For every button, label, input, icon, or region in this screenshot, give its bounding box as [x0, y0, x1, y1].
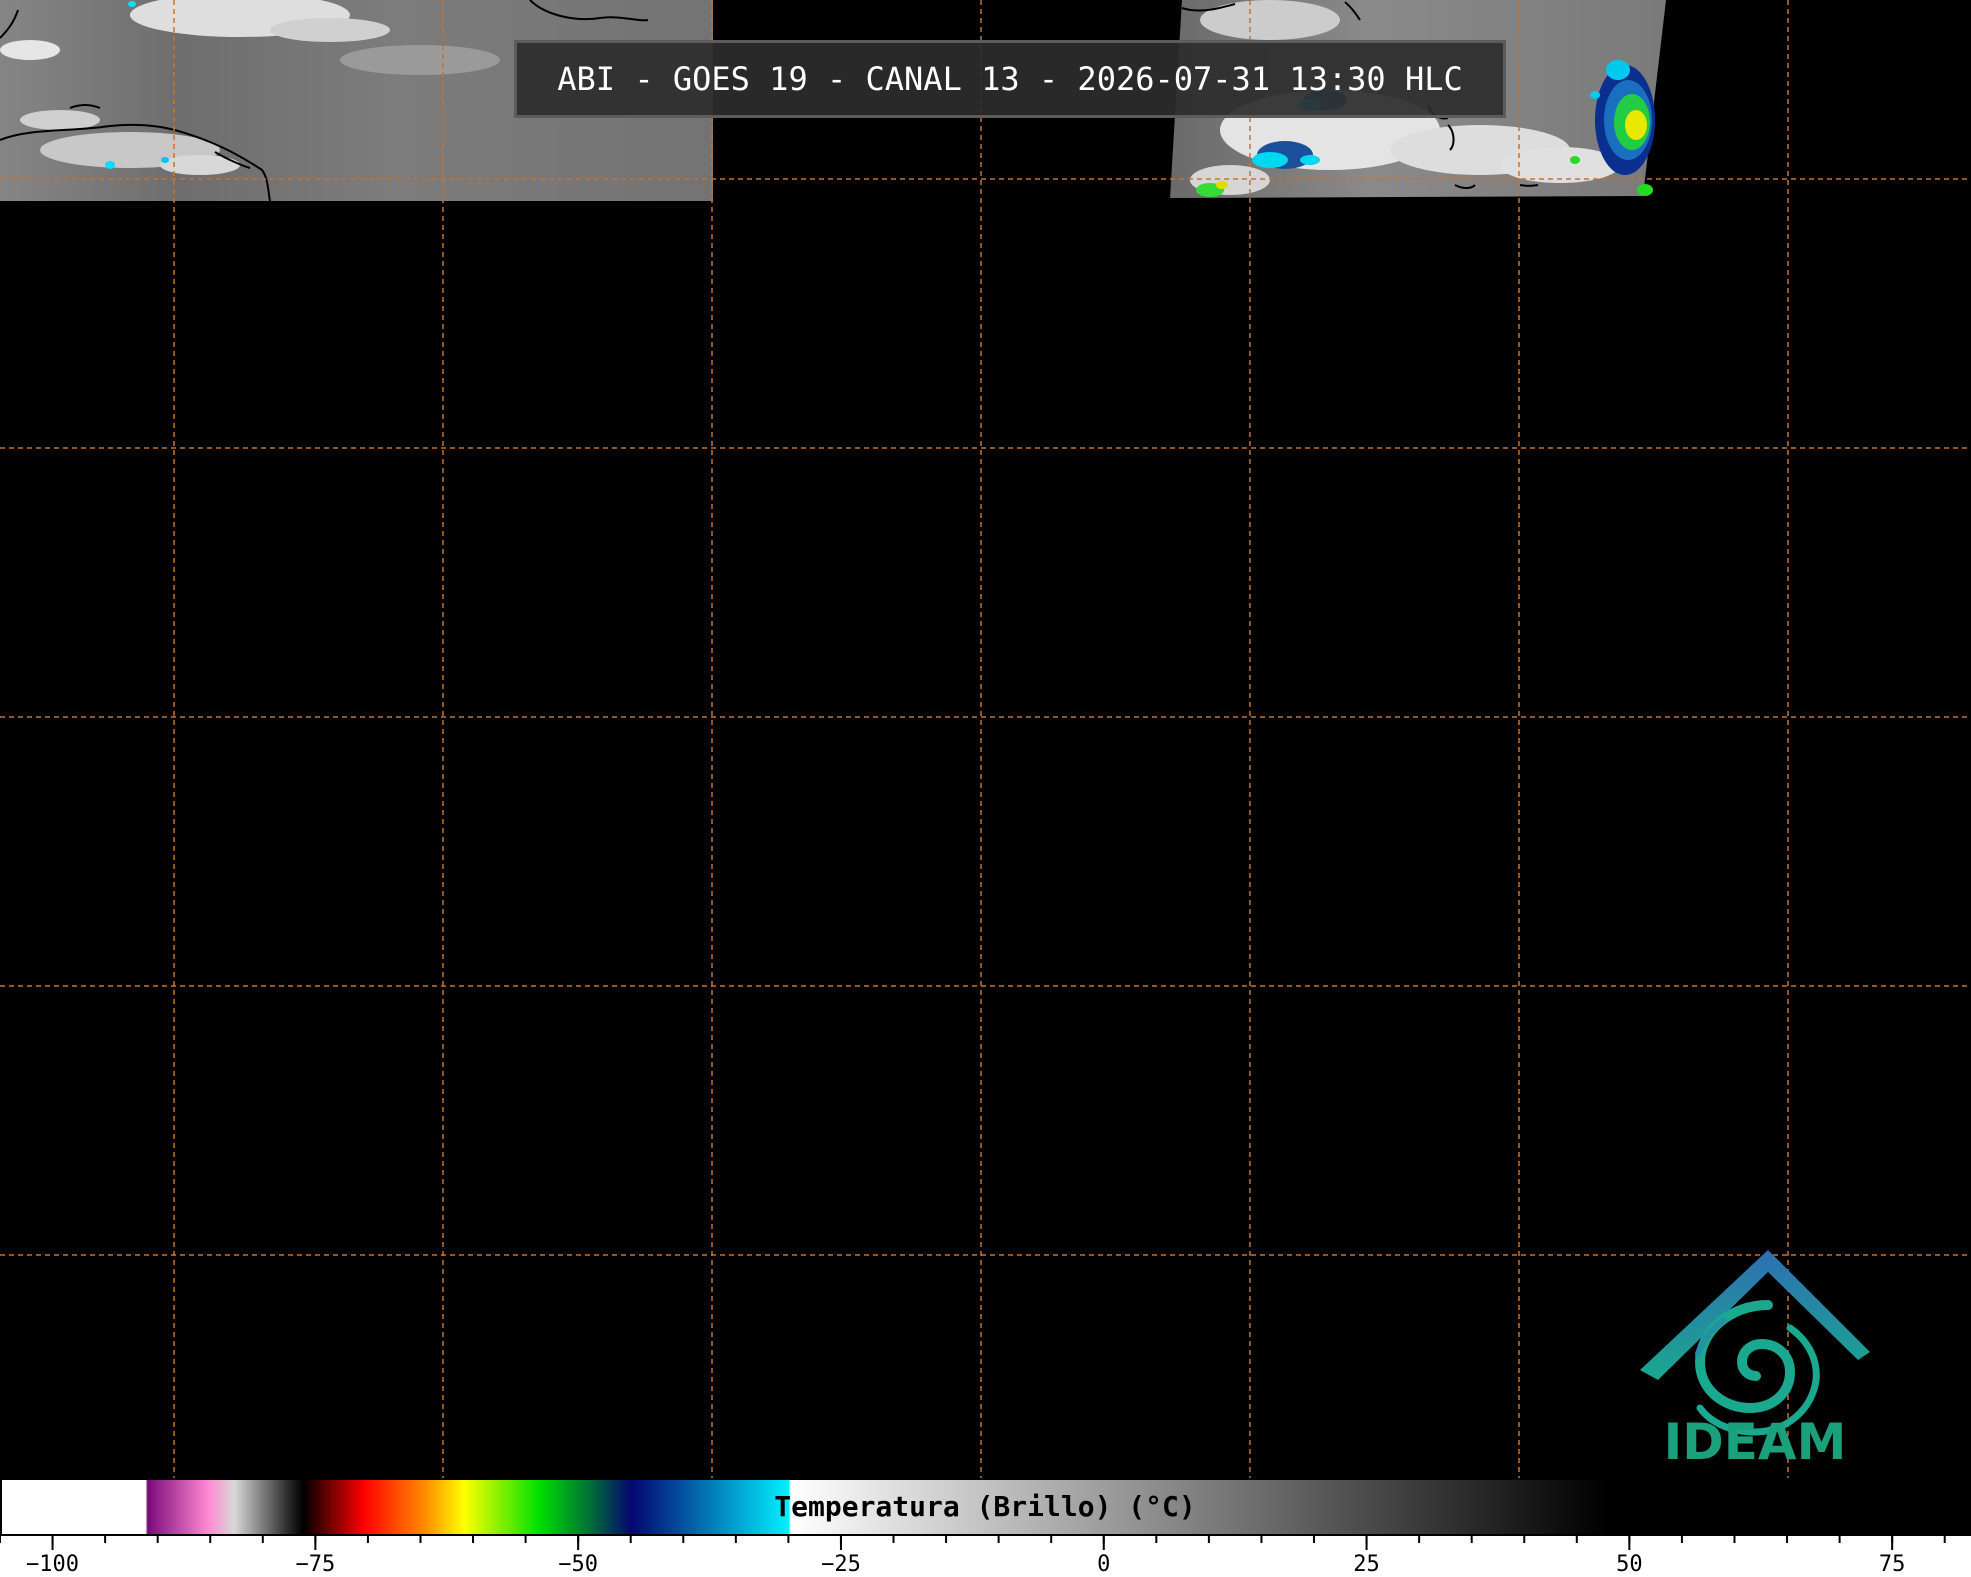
colorbar-tick-label: 50 — [1616, 1552, 1643, 1577]
colorbar-tick-label: −25 — [821, 1552, 861, 1577]
colorbar-label: Temperatura (Brillo) (°C) — [774, 1490, 1196, 1523]
ideam-logo-text: IDEAM — [1663, 1413, 1847, 1471]
map-title: ABI - GOES 19 - CANAL 13 - 2026-07-31 13… — [514, 40, 1506, 118]
colorbar-tick-label: 75 — [1878, 1552, 1906, 1577]
colorbar-tick-label: 25 — [1353, 1552, 1380, 1577]
colorbar-tick-label: 0 — [1097, 1552, 1111, 1577]
colorbar-tick-label: −100 — [26, 1552, 80, 1577]
colorbar-tick-label: −75 — [295, 1552, 336, 1577]
colorbar-tick-label: −50 — [558, 1552, 599, 1577]
